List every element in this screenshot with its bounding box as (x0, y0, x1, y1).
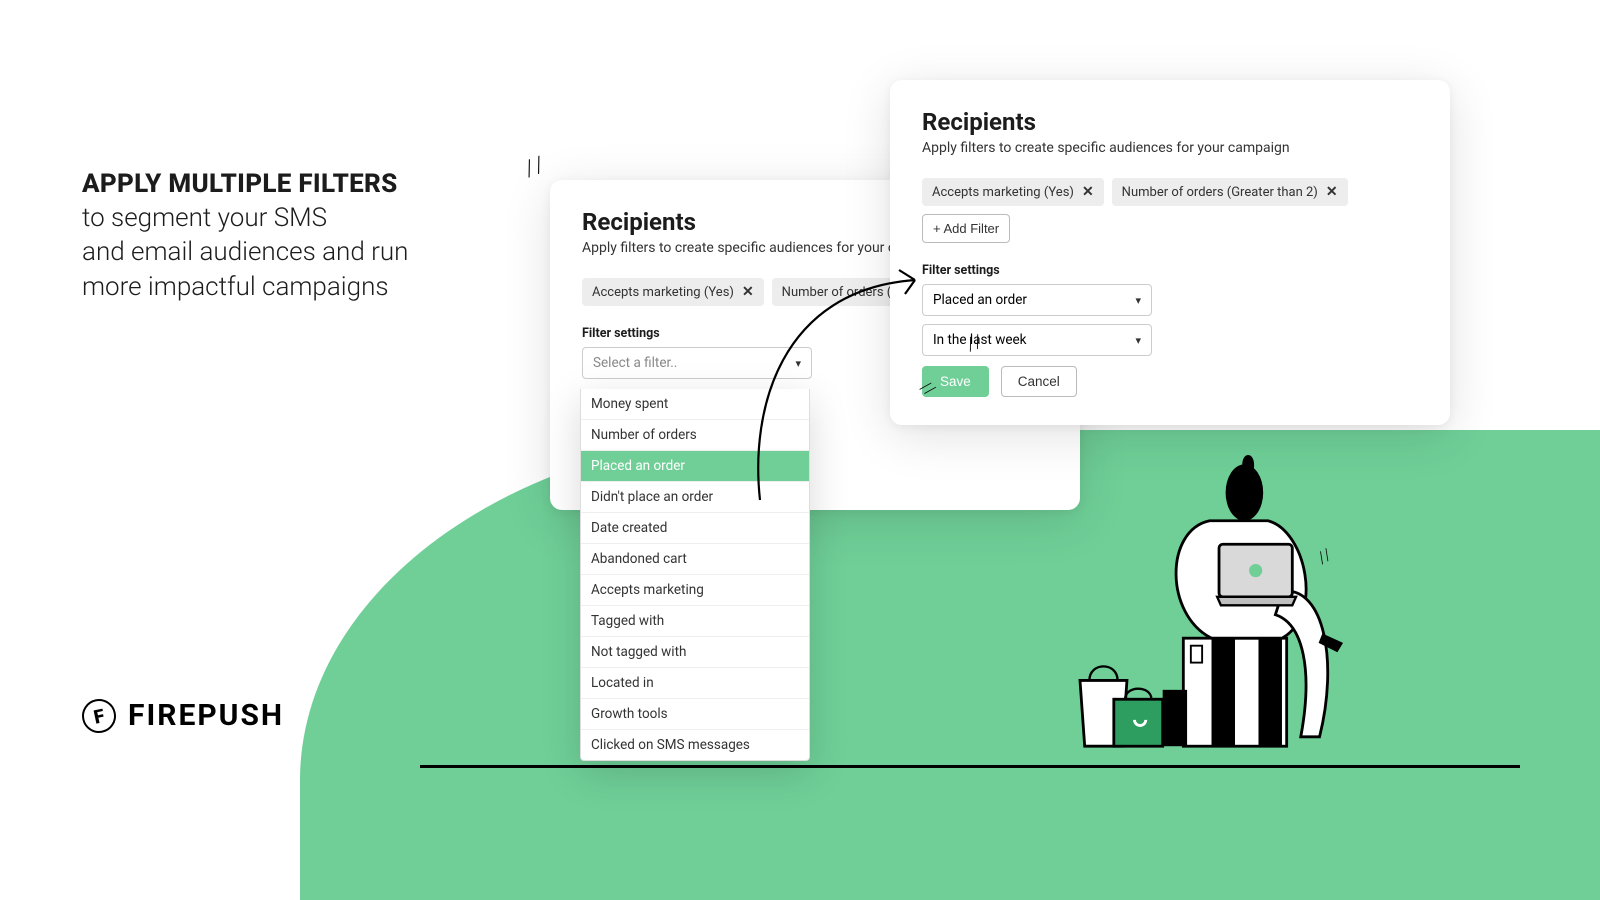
filter-option[interactable]: Abandoned cart (581, 544, 809, 575)
ground-line (420, 765, 1520, 768)
filter-option[interactable]: Growth tools (581, 699, 809, 730)
action-row: Save Cancel (922, 366, 1418, 397)
chip-label: Accepts marketing (Yes) (592, 285, 734, 300)
filter-type-select[interactable]: Placed an order ▾ (922, 284, 1152, 316)
save-button[interactable]: Save (922, 366, 989, 397)
filter-settings-label: Filter settings (922, 263, 1418, 278)
filter-option[interactable]: Tagged with (581, 606, 809, 637)
close-icon[interactable]: ✕ (742, 284, 754, 300)
close-icon[interactable]: ✕ (1326, 184, 1338, 200)
filter-chip[interactable]: Number of orders (Greater than 2) ✕ (1112, 178, 1348, 206)
select-value: In the last week (933, 332, 1027, 348)
card-desc: Apply filters to create specific audienc… (922, 140, 1418, 156)
sparkle-icon: / / (521, 153, 545, 182)
person-laptop-illustration (1060, 455, 1410, 765)
promo-sub-2: and email audiences and run (82, 236, 502, 269)
filter-chip-row: Accepts marketing (Yes) ✕ Number of orde… (922, 178, 1418, 243)
filter-option[interactable]: Date created (581, 513, 809, 544)
filter-option[interactable]: Didn't place an order (581, 482, 809, 513)
filter-option[interactable]: Not tagged with (581, 637, 809, 668)
add-filter-button[interactable]: + Add Filter (922, 214, 1010, 243)
card-title: Recipients (922, 108, 1418, 136)
brand-mark-icon: F (79, 695, 119, 735)
filter-option[interactable]: Placed an order (581, 451, 809, 482)
filter-select[interactable]: Select a filter.. ▾ (582, 347, 812, 379)
filter-select-dropdown[interactable]: Money spentNumber of ordersPlaced an ord… (580, 389, 810, 761)
select-placeholder: Select a filter.. (593, 355, 677, 371)
filter-chip[interactable]: Accepts marketing (Yes) ✕ (582, 278, 764, 306)
chip-label: Number of orders (Greater than 2) (1122, 185, 1318, 200)
select-value: Placed an order (933, 292, 1027, 308)
promo-headline: APPLY MULTIPLE FILTERS (82, 170, 502, 200)
brand-name: FIREPUSH (128, 698, 284, 733)
filter-option[interactable]: Clicked on SMS messages (581, 730, 809, 760)
promo-sub-3: more impactful campaigns (82, 271, 502, 304)
chevron-down-icon: ▾ (795, 357, 801, 370)
filter-option[interactable]: Number of orders (581, 420, 809, 451)
close-icon[interactable]: ✕ (1082, 184, 1094, 200)
promo-block: APPLY MULTIPLE FILTERS to segment your S… (82, 170, 502, 303)
chevron-down-icon: ▾ (1135, 334, 1141, 347)
chevron-down-icon: ▾ (1135, 294, 1141, 307)
filter-option[interactable]: Located in (581, 668, 809, 699)
brand-logo: F FIREPUSH (82, 698, 284, 733)
filter-option[interactable]: Money spent (581, 389, 809, 420)
filter-value-select[interactable]: In the last week ▾ (922, 324, 1152, 356)
chip-label: Accepts marketing (Yes) (932, 185, 1074, 200)
filter-chip[interactable]: Accepts marketing (Yes) ✕ (922, 178, 1104, 206)
cancel-button[interactable]: Cancel (1001, 366, 1077, 397)
filter-option[interactable]: Accepts marketing (581, 575, 809, 606)
promo-sub-1: to segment your SMS (82, 202, 502, 235)
recipients-card-front: Recipients Apply filters to create speci… (890, 80, 1450, 425)
